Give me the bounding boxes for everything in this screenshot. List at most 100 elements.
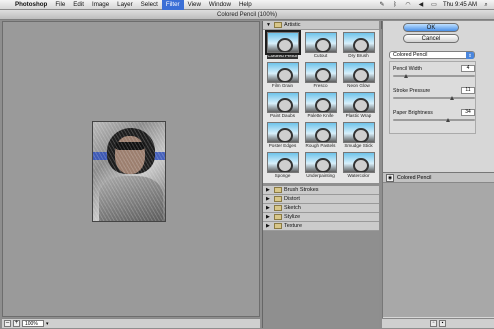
category-label: Texture bbox=[284, 223, 303, 229]
clock[interactable]: Thu 9:45 AM bbox=[443, 2, 477, 8]
zoom-in-button[interactable]: + bbox=[13, 320, 20, 327]
thumbnail-image bbox=[342, 62, 375, 83]
menu-file[interactable]: File bbox=[51, 0, 69, 10]
paper-brightness-field[interactable]: 34 bbox=[461, 109, 475, 116]
thumbnail-image bbox=[266, 152, 299, 173]
thumbnail-image bbox=[342, 92, 375, 113]
paper-brightness-slider[interactable] bbox=[393, 119, 475, 121]
thumb-plastic-wrap[interactable]: Plastic Wrap bbox=[340, 92, 377, 122]
folder-icon bbox=[274, 205, 282, 211]
effect-layer-row[interactable]: ◉ Colored Pencil bbox=[383, 173, 494, 183]
eye-icon[interactable]: ◉ bbox=[386, 173, 394, 182]
thumb-label: Neon Glow bbox=[347, 83, 370, 88]
category-brush-strokes[interactable]: ▶ Brush Strokes bbox=[263, 186, 379, 195]
thumb-label: Underpainting bbox=[306, 173, 335, 178]
thumbnail-image bbox=[264, 30, 301, 55]
thumb-rough-pastels[interactable]: Rough Pastels bbox=[302, 122, 339, 152]
thumb-paint-daubs[interactable]: Paint Daubs bbox=[264, 92, 301, 122]
thumb-sponge[interactable]: Sponge bbox=[264, 152, 301, 182]
pencil-width-field[interactable]: 4 bbox=[461, 65, 475, 72]
stroke-pressure-slider[interactable] bbox=[393, 97, 475, 99]
battery-icon[interactable]: ▭ bbox=[430, 2, 438, 9]
category-texture[interactable]: ▶ Texture bbox=[263, 222, 379, 231]
volume-icon[interactable]: ◀ bbox=[417, 2, 425, 9]
thumb-cutout[interactable]: Cutout bbox=[302, 32, 339, 62]
bluetooth-icon[interactable]: ᛒ bbox=[391, 2, 399, 9]
chevron-right-icon[interactable]: ▶ bbox=[266, 187, 272, 193]
chevron-right-icon[interactable]: ▶ bbox=[266, 205, 272, 211]
folder-icon bbox=[274, 22, 282, 28]
menu-view[interactable]: View bbox=[184, 0, 205, 10]
menu-filter[interactable]: Filter bbox=[161, 0, 184, 10]
category-stylize[interactable]: ▶ Stylize bbox=[263, 213, 379, 222]
category-artistic[interactable]: ▼ Artistic bbox=[263, 21, 379, 30]
menu-image[interactable]: Image bbox=[88, 0, 113, 10]
thumb-label: Film Grain bbox=[271, 83, 294, 88]
filter-parameters: Pencil Width 4 Stroke Pressure 11 Paper … bbox=[389, 61, 476, 134]
thumbnail-image bbox=[266, 62, 299, 83]
category-distort[interactable]: ▶ Distort bbox=[263, 195, 379, 204]
slider-thumb[interactable] bbox=[446, 118, 451, 122]
script-icon[interactable]: ✎ bbox=[378, 2, 386, 9]
category-label: Artistic bbox=[284, 22, 301, 28]
filter-thumbnails: Colored Pencil Cutout Dry Brush Film Gra… bbox=[263, 30, 379, 183]
thumbnail-image bbox=[304, 62, 337, 83]
trash-icon[interactable]: ▪ bbox=[439, 320, 446, 327]
filter-select-value: Colored Pencil bbox=[393, 52, 428, 58]
effect-layer-label: Colored Pencil bbox=[397, 174, 432, 181]
new-effect-layer-icon[interactable]: ▫ bbox=[430, 320, 437, 327]
param-pencil-width: Pencil Width 4 bbox=[393, 65, 475, 84]
spotlight-icon[interactable]: ⌕ bbox=[482, 2, 490, 9]
category-label: Sketch bbox=[284, 205, 301, 211]
chevron-right-icon[interactable]: ▶ bbox=[266, 214, 272, 220]
chevron-down-icon[interactable]: ▾ bbox=[46, 321, 49, 327]
param-label: Stroke Pressure bbox=[393, 88, 431, 94]
thumb-poster-edges[interactable]: Poster Edges bbox=[264, 122, 301, 152]
window-title: Colored Pencil (100%) bbox=[0, 10, 494, 20]
wifi-icon[interactable]: ◠ bbox=[404, 2, 412, 9]
filter-gallery: ▼ Artistic Colored Pencil Cutout Dry Bru… bbox=[262, 21, 379, 328]
thumb-underpainting[interactable]: Underpainting bbox=[302, 152, 339, 182]
thumb-dry-brush[interactable]: Dry Brush bbox=[340, 32, 377, 62]
menu-select[interactable]: Select bbox=[137, 0, 162, 10]
thumb-label: Cutout bbox=[313, 53, 328, 58]
thumb-neon-glow[interactable]: Neon Glow bbox=[340, 62, 377, 92]
category-sketch[interactable]: ▶ Sketch bbox=[263, 204, 379, 213]
ok-button[interactable]: OK bbox=[403, 23, 459, 32]
param-stroke-pressure: Stroke Pressure 11 bbox=[393, 87, 475, 106]
menu-help[interactable]: Help bbox=[235, 0, 256, 10]
zoom-out-button[interactable]: – bbox=[4, 320, 11, 327]
menu-photoshop[interactable]: Photoshop bbox=[11, 0, 51, 10]
thumb-fresco[interactable]: Fresco bbox=[302, 62, 339, 92]
thumb-label: Plastic Wrap bbox=[345, 113, 372, 118]
chevron-updown-icon[interactable]: ⇕ bbox=[466, 52, 474, 59]
category-label: Distort bbox=[284, 196, 300, 202]
thumbnail-image bbox=[304, 152, 337, 173]
chevron-down-icon[interactable]: ▼ bbox=[266, 22, 272, 28]
menu-edit[interactable]: Edit bbox=[69, 0, 88, 10]
thumb-colored-pencil[interactable]: Colored Pencil bbox=[264, 30, 301, 62]
zoom-level-field[interactable]: 100% bbox=[22, 320, 44, 327]
folder-icon bbox=[274, 223, 282, 229]
chevron-right-icon[interactable]: ▶ bbox=[266, 223, 272, 229]
slider-thumb[interactable] bbox=[404, 74, 409, 78]
thumbnail-image bbox=[342, 32, 375, 53]
filter-select[interactable]: Colored Pencil ⇕ bbox=[389, 51, 475, 59]
stroke-pressure-field[interactable]: 11 bbox=[461, 87, 475, 94]
thumbnail-image bbox=[266, 122, 299, 143]
thumb-smudge-stick[interactable]: Smudge Stick bbox=[340, 122, 377, 152]
chevron-right-icon[interactable]: ▶ bbox=[266, 196, 272, 202]
param-label: Paper Brightness bbox=[393, 110, 433, 116]
slider-thumb[interactable] bbox=[450, 96, 455, 100]
thumb-palette-knife[interactable]: Palette Knife bbox=[302, 92, 339, 122]
thumbnail-image bbox=[342, 152, 375, 173]
preview-area[interactable] bbox=[2, 21, 260, 317]
thumb-label: Palette Knife bbox=[307, 113, 334, 118]
thumb-film-grain[interactable]: Film Grain bbox=[264, 62, 301, 92]
menu-layer[interactable]: Layer bbox=[113, 0, 136, 10]
thumb-watercolor[interactable]: Watercolor bbox=[340, 152, 377, 182]
thumbnail-image bbox=[266, 92, 299, 113]
menu-window[interactable]: Window bbox=[205, 0, 235, 10]
cancel-button[interactable]: Cancel bbox=[403, 34, 459, 43]
thumbnail-image bbox=[304, 32, 337, 53]
